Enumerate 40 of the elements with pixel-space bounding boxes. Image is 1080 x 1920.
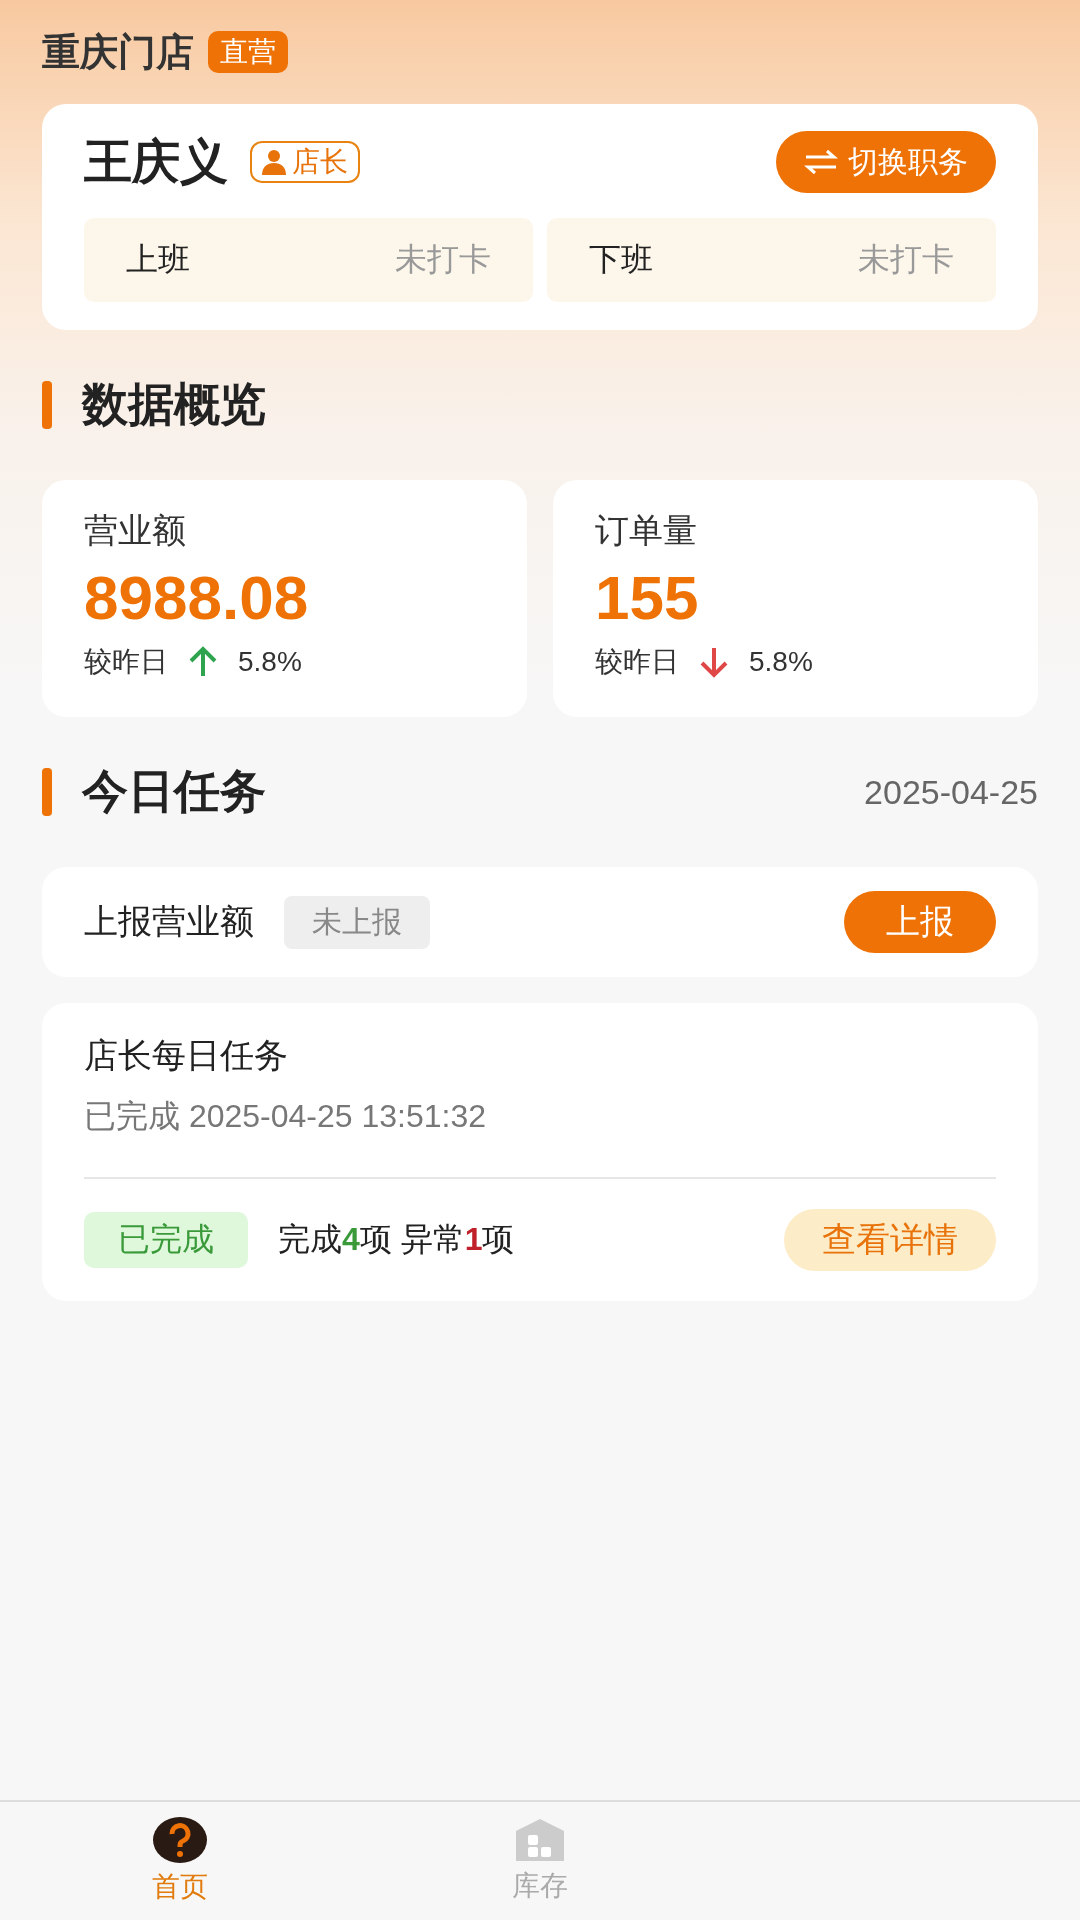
attendance-label: 上班: [126, 240, 190, 279]
stat-value: 155: [595, 562, 700, 633]
swap-icon: [804, 149, 838, 175]
completed-badge: 已完成: [84, 1212, 248, 1268]
stat-label: 订单量: [595, 510, 698, 551]
attendance-panel[interactable]: 上班 未打卡: [84, 218, 533, 302]
compare-label: 较昨日: [595, 645, 679, 679]
switch-role-button[interactable]: 切换职务: [776, 131, 996, 193]
report-label: 上报营业额: [84, 901, 254, 942]
role-label: 店长: [292, 145, 348, 179]
section-title: 今日任务: [82, 764, 266, 819]
completion-time: 已完成 2025-04-25 13:51:32: [84, 1097, 488, 1136]
store-name: 重庆门店: [42, 29, 194, 75]
up-arrow-icon: [188, 646, 218, 678]
stat-value: 8988.08: [84, 562, 310, 633]
attendance-status: 未打卡: [395, 240, 491, 279]
task-title: 店长每日任务: [84, 1036, 288, 1074]
store-type-badge: 直营: [208, 31, 288, 73]
section-marker: [42, 768, 52, 816]
attendance-status: 未打卡: [858, 240, 954, 279]
compare-label: 较昨日: [84, 645, 168, 679]
attendance-panel[interactable]: 下班 未打卡: [547, 218, 996, 302]
section-title: 数据概览: [82, 377, 266, 432]
down-arrow-icon: [699, 646, 729, 678]
stat-label: 营业额: [84, 510, 187, 551]
user-name: 王庆义: [84, 134, 228, 190]
help-icon: [152, 1816, 208, 1864]
tab-bar-item[interactable]: 首页: [0, 1802, 360, 1920]
warehouse-icon: [514, 1817, 566, 1863]
change-value: 5.8%: [238, 646, 302, 678]
task-summary: 完成4项 异常1项: [278, 1220, 515, 1259]
section-marker: [42, 381, 52, 429]
tab-bar-item[interactable]: 库存: [360, 1802, 720, 1920]
task-date: 2025-04-25: [864, 772, 1038, 812]
report-button[interactable]: 上报: [844, 891, 996, 953]
change-value: 5.8%: [749, 646, 813, 678]
report-status-badge: 未上报: [284, 895, 430, 949]
attendance-label: 下班: [589, 240, 653, 279]
view-details-button[interactable]: 查看详情: [784, 1209, 996, 1271]
person-icon: [262, 149, 286, 175]
